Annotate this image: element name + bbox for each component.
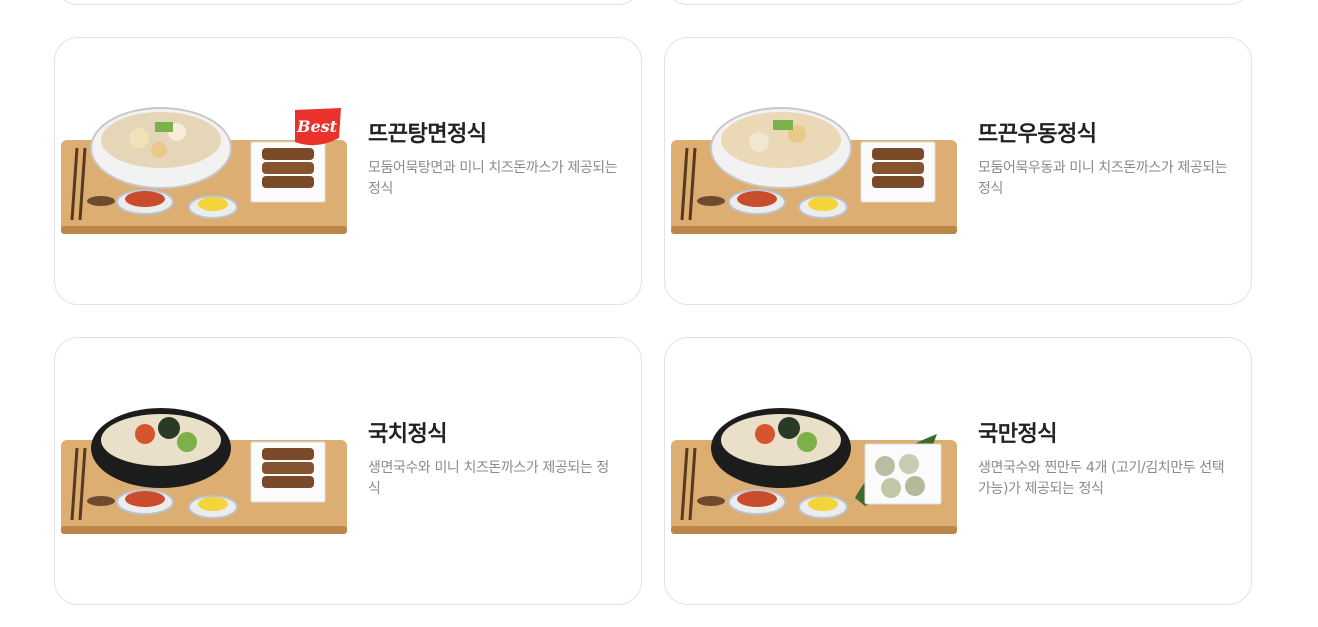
menu-description: 모둠어묵우동과 미니 치즈돈까스가 제공되는 정식 — [978, 160, 1228, 197]
set-meal-image: Best — [61, 107, 347, 234]
menu-card-partial[interactable] — [664, 0, 1252, 5]
menu-card[interactable]: 국만정식 생면국수와 찐만두 4개 (고기/김치만두 선택가능)가 제공되는 정… — [664, 337, 1252, 605]
menu-title: 뜨끈탕면정식 — [368, 122, 487, 147]
menu-description: 생면국수와 찐만두 4개 (고기/김치만두 선택가능)가 제공되는 정식 — [978, 460, 1225, 497]
menu-title: 국만정식 — [978, 422, 1057, 447]
menu-card[interactable]: Best 뜨끈탕면정식 모둠어묵탕면과 미니 치즈돈까스가 제공되는 정식 — [54, 37, 642, 305]
menu-card[interactable]: 뜨끈우동정식 모둠어묵우동과 미니 치즈돈까스가 제공되는 정식 — [664, 37, 1252, 305]
set-meal-image — [61, 408, 347, 534]
menu-title: 국치정식 — [368, 422, 447, 447]
best-badge-label: Best — [296, 117, 338, 136]
set-meal-image — [671, 107, 957, 234]
best-badge-icon: Best — [295, 108, 341, 146]
menu-card-partial[interactable] — [54, 0, 642, 5]
menu-description: 모둠어묵탕면과 미니 치즈돈까스가 제공되는 정식 — [368, 160, 618, 197]
menu-description: 생면국수와 미니 치즈돈까스가 제공되는 정식 — [368, 460, 609, 497]
menu-card[interactable]: 국치정식 생면국수와 미니 치즈돈까스가 제공되는 정식 — [54, 337, 642, 605]
menu-title: 뜨끈우동정식 — [978, 122, 1097, 147]
set-meal-image — [671, 408, 957, 534]
